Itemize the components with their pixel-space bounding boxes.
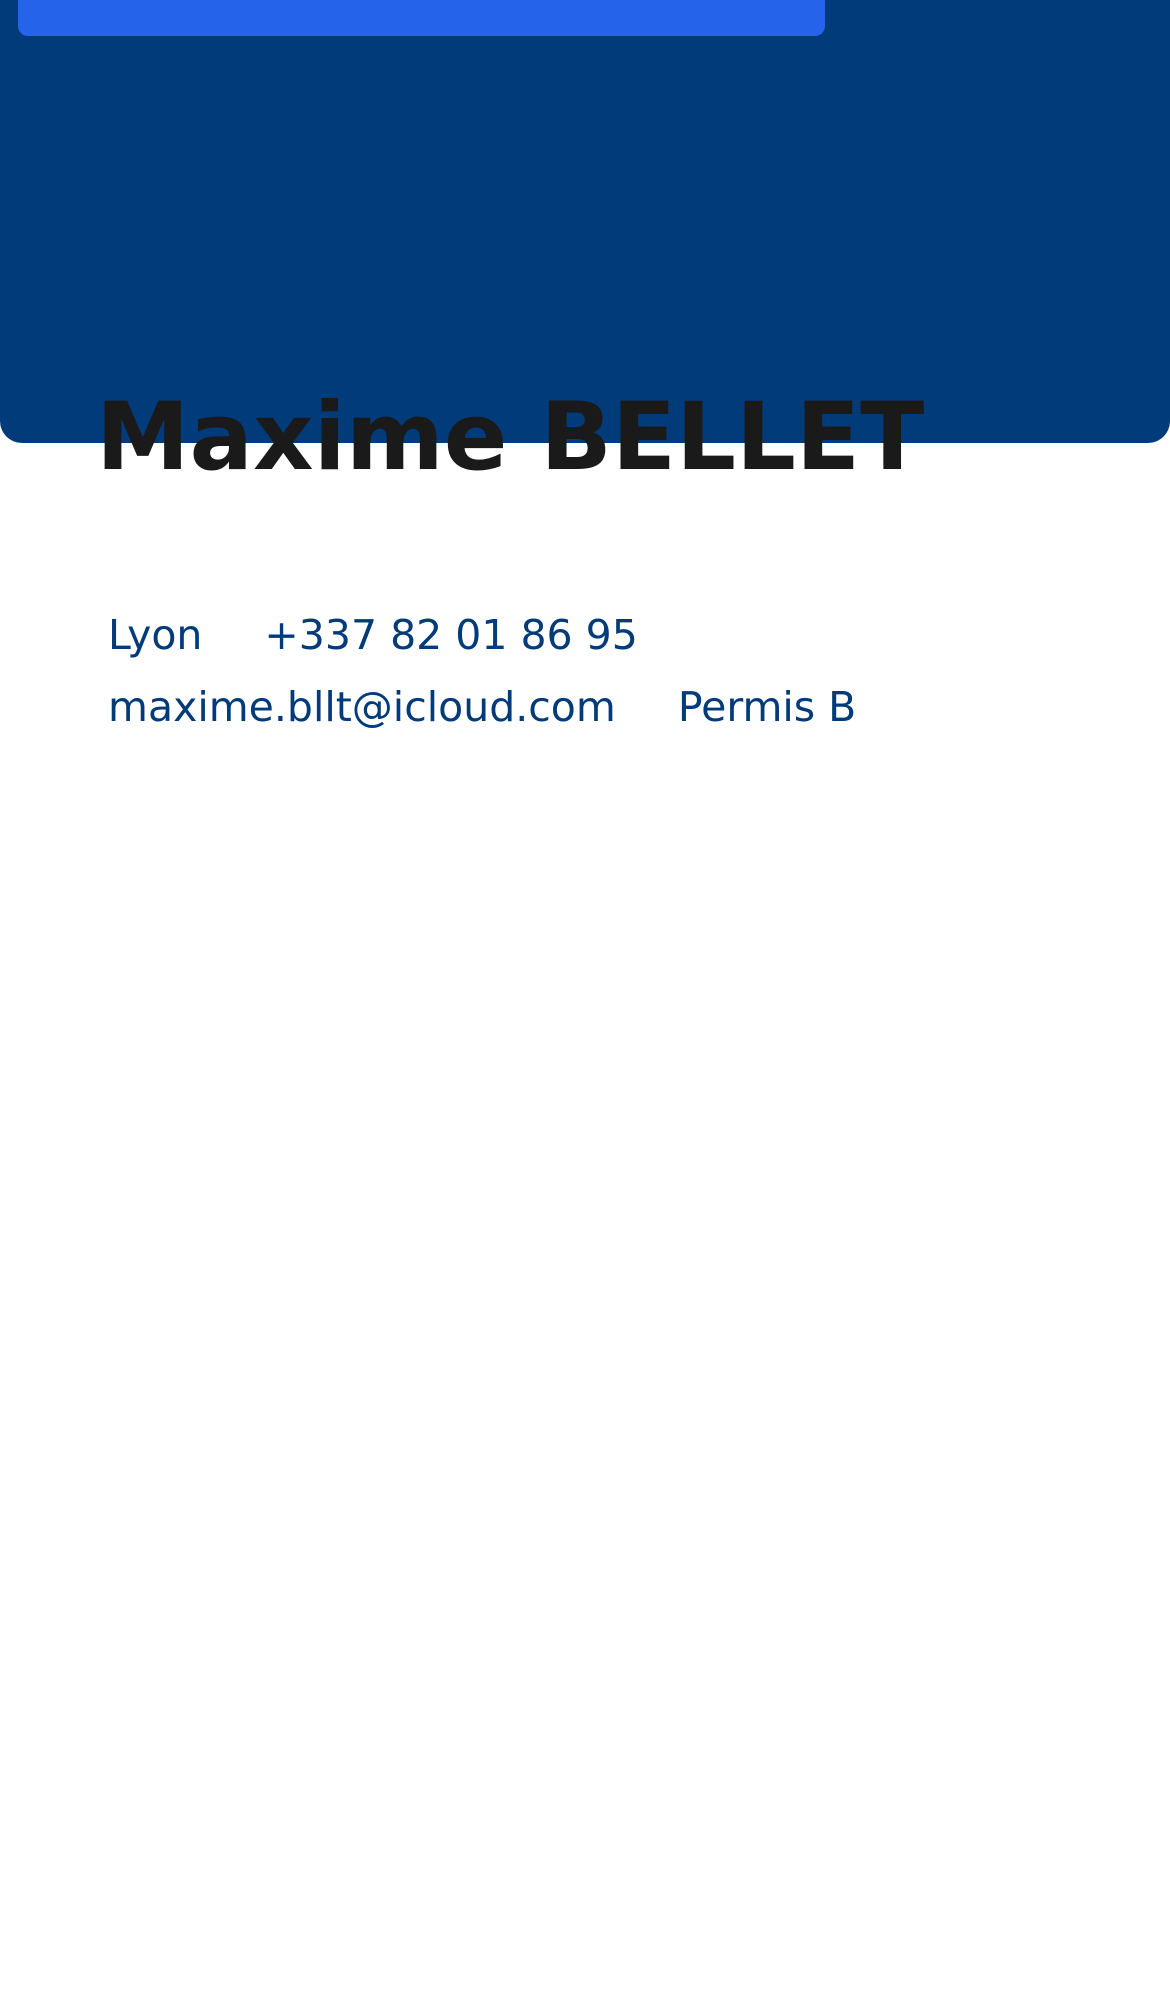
contact-driving-license: Permis B — [677, 683, 857, 731]
contact-phone[interactable]: +337 82 01 86 95 — [264, 610, 637, 660]
top-accent-bar — [18, 0, 825, 36]
contact-row-location-phone: Lyon +337 82 01 86 95 — [108, 610, 638, 660]
contact-city: Lyon — [108, 611, 203, 659]
profile-name-heading: Maxime BELLET — [96, 383, 925, 492]
header-banner — [0, 0, 1170, 443]
contact-row-email-license: maxime.bllt@icloud.com Permis B — [108, 682, 856, 732]
contact-email[interactable]: maxime.bllt@icloud.com — [108, 682, 616, 732]
